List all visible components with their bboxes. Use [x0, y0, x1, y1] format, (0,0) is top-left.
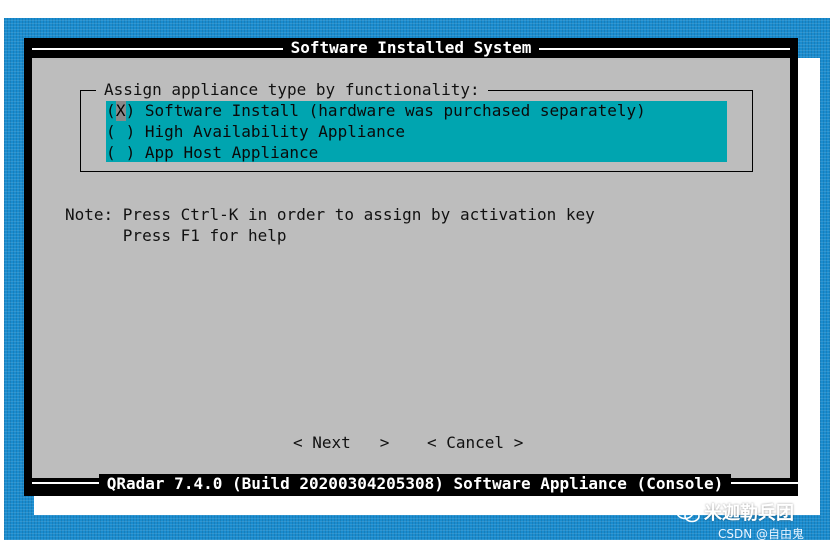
option-label: Software Install (hardware was purchased… — [144, 101, 646, 120]
status-bar: QRadar 7.4.0 (Build 20200304205308) Soft… — [0, 474, 830, 494]
option-app-host[interactable]: ( ) App Host Appliance — [106, 143, 318, 163]
radio-mark: X — [115, 101, 126, 121]
dialog-title: Software Installed System — [24, 38, 798, 57]
option-label: High Availability Appliance — [144, 122, 405, 141]
option-high-availability[interactable]: ( ) High Availability Appliance — [106, 122, 405, 142]
groupbox-label: Assign appliance type by functionality: — [96, 80, 488, 100]
radio-mark — [116, 143, 126, 163]
radio-mark — [116, 122, 126, 142]
wechat-icon — [676, 504, 700, 523]
watermark-name: 米迦勒兵团 — [704, 503, 794, 524]
note-activation-key: Note: Press Ctrl-K in order to assign by… — [65, 205, 595, 224]
watermark: 米迦勒兵团 CSDN @自由鬼 — [676, 502, 826, 546]
next-button[interactable]: < Next > — [293, 433, 389, 453]
cancel-button[interactable]: < Cancel > — [427, 433, 523, 453]
dialog-shadow-right — [798, 58, 820, 515]
watermark-credit: CSDN @自由鬼 — [718, 527, 805, 541]
option-label: App Host Appliance — [144, 143, 319, 162]
option-software-install[interactable]: (X) Software Install (hardware was purch… — [106, 101, 646, 121]
note-help: Press F1 for help — [65, 226, 287, 245]
